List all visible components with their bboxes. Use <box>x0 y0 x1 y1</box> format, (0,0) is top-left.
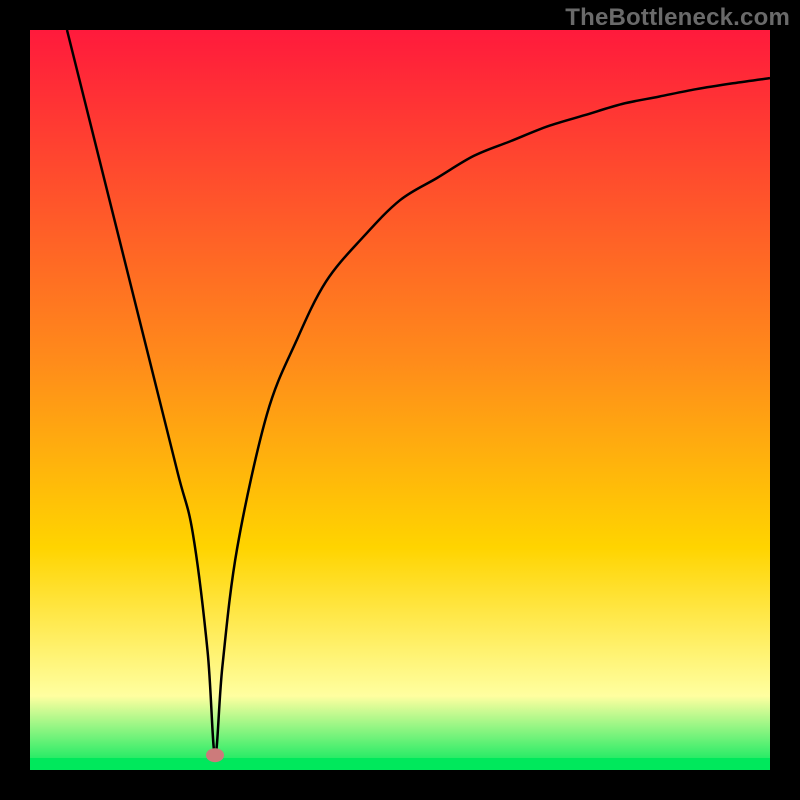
plot-background <box>30 30 770 770</box>
optimum-marker <box>206 748 224 762</box>
bottleneck-chart <box>0 0 800 800</box>
watermark-text: TheBottleneck.com <box>565 4 790 32</box>
green-baseline <box>30 758 770 770</box>
chart-container: TheBottleneck.com <box>0 0 800 800</box>
